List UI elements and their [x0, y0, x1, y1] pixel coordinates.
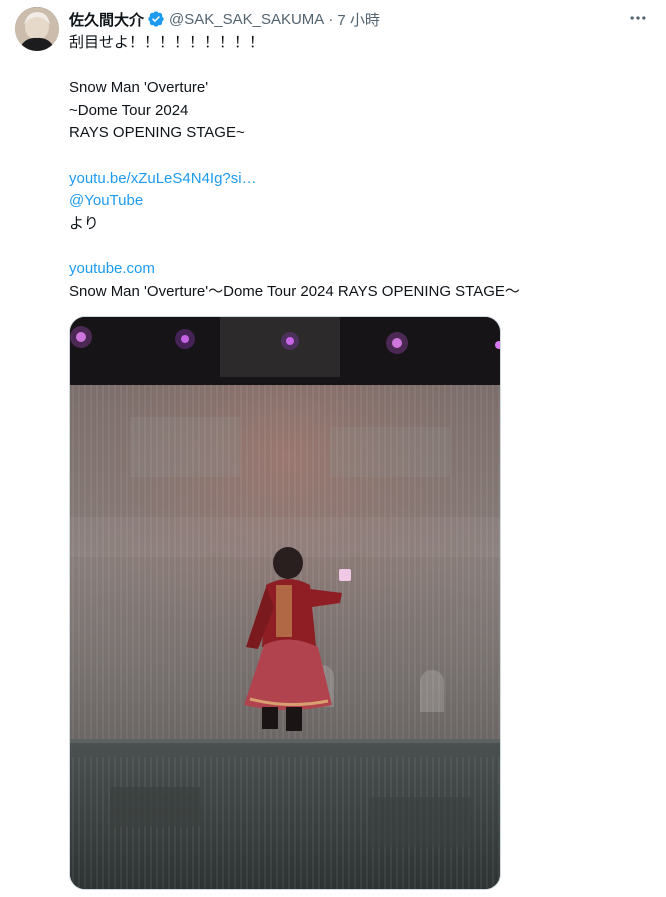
tweet-text: 刮目せよ！！！！！！！！！ Snow Man 'Overture' ~Dome … — [69, 32, 649, 303]
tweet-line-from: より — [69, 214, 99, 232]
tweet-line-subtitle: ~Dome Tour 2024 — [69, 101, 189, 119]
tweet-header: 佐久間大介 @SAK_SAK_SAKUMA · 7 小時 — [69, 8, 380, 30]
timestamp[interactable]: 7 小時 — [337, 9, 380, 30]
tweet-line-stage: RAYS OPENING STAGE~ — [69, 124, 245, 142]
avatar-image — [15, 7, 59, 51]
tweet: 佐久間大介 @SAK_SAK_SAKUMA · 7 小時 刮目せよ！！！！！！！… — [0, 0, 666, 897]
card-title[interactable]: Snow Man 'Overture'〜Dome Tour 2024 RAYS … — [69, 281, 649, 304]
tweet-line-headline: 刮目せよ！！！！！！！！！ — [69, 34, 265, 51]
tweet-media-photo[interactable] — [69, 316, 501, 890]
handle[interactable]: @SAK_SAK_SAKUMA — [169, 11, 324, 28]
youtube-mention-link[interactable]: @YouTube — [69, 190, 649, 213]
verified-badge-icon — [147, 10, 165, 28]
card-domain-link[interactable]: youtube.com — [69, 258, 649, 281]
concert-photo — [70, 317, 500, 889]
display-name[interactable]: 佐久間大介 — [69, 9, 144, 30]
separator-dot: · — [328, 10, 334, 28]
avatar[interactable] — [15, 7, 59, 51]
more-icon[interactable] — [626, 8, 650, 28]
video-link[interactable]: youtu.be/xZuLeS4N4Ig?si… — [69, 168, 649, 191]
tweet-line-title: Snow Man 'Overture' — [69, 79, 209, 97]
